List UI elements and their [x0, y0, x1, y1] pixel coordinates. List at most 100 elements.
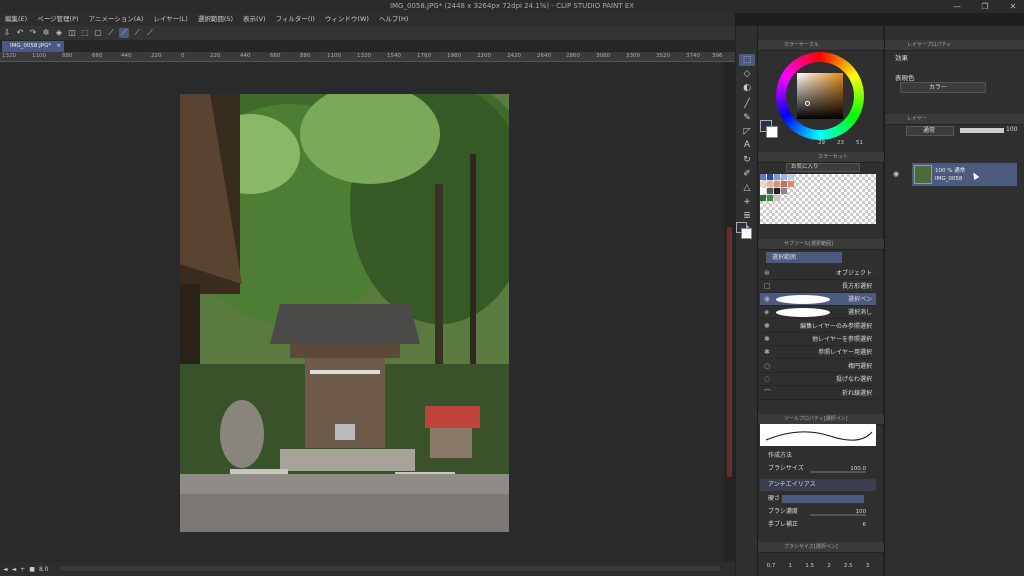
swatch[interactable] [781, 174, 787, 180]
hardness-selector[interactable] [782, 495, 864, 503]
scroll-thumb[interactable] [727, 227, 732, 477]
swatch[interactable] [774, 188, 780, 194]
nav-prev-icon[interactable]: ◄ [12, 566, 17, 573]
maximize-button[interactable]: ❐ [978, 0, 992, 13]
sub-color-swatch[interactable] [741, 228, 752, 239]
horizontal-scrollbar[interactable] [60, 566, 720, 571]
snap-special-icon[interactable]: ⟋ [132, 28, 142, 38]
property-row[interactable]: 手ブレ補正 6 [760, 519, 876, 531]
menu-page[interactable]: ページ管理(P) [32, 13, 83, 26]
brush-size-option[interactable]: 3 [866, 563, 870, 575]
brush-size-list[interactable]: 0.7 1 1.5 2 2.5 3 [760, 563, 876, 575]
brush-density-slider[interactable] [810, 514, 866, 516]
sub-tool-item[interactable]: ◈ 選択消し [760, 306, 876, 319]
swatch[interactable] [760, 181, 766, 187]
move-tool-icon[interactable]: + [739, 196, 755, 208]
text-tool-icon[interactable]: A [739, 139, 755, 151]
sub-tool-item[interactable]: ✱ 編集レイヤーのみ参照選択 [760, 320, 876, 333]
brush-size-option[interactable]: 1.5 [805, 563, 814, 575]
swatch[interactable] [767, 195, 773, 201]
swatch[interactable] [767, 181, 773, 187]
eraser-tool-icon[interactable]: ◇ [739, 68, 755, 80]
property-row[interactable]: 硬さ [760, 493, 876, 505]
brush-size-option[interactable]: 2 [827, 563, 831, 575]
swatch[interactable] [760, 195, 766, 201]
brush-size-option[interactable]: 1 [789, 563, 793, 575]
express-color-select[interactable]: カラー [900, 82, 986, 93]
snap-off-icon[interactable]: ⟋ [145, 28, 155, 38]
property-row[interactable]: アンチエイリアス [760, 479, 876, 491]
close-tab-icon[interactable]: × [56, 41, 61, 52]
brush-tool-icon[interactable]: ✎ [739, 112, 755, 124]
background-color-icon[interactable] [766, 126, 778, 138]
sub-tool-item[interactable]: ◌ 投げなわ選択 [760, 373, 876, 386]
menu-selection[interactable]: 選択範囲(S) [193, 13, 238, 26]
swatch[interactable] [774, 195, 780, 201]
swatch[interactable] [788, 174, 794, 180]
fill-icon[interactable]: ◈ [54, 28, 64, 38]
color-set-select[interactable]: お気に入り [786, 163, 860, 172]
sub-tool-item[interactable]: ✱ 他レイヤーを参照選択 [760, 333, 876, 346]
menu-edit[interactable]: 編集(E) [0, 13, 32, 26]
swatch[interactable] [781, 188, 787, 194]
rotate-tool-icon[interactable]: ↻ [739, 154, 755, 166]
menu-help[interactable]: ヘルプ(H) [374, 13, 413, 26]
menu-filter[interactable]: フィルター(I) [271, 13, 320, 26]
opacity-value[interactable]: 100 [1006, 126, 1017, 133]
gradient-tool-icon[interactable]: ≣ [739, 210, 755, 222]
eyedropper-tool-icon[interactable]: ✐ [739, 168, 755, 180]
property-row[interactable]: ブラシサイズ 100.0 [760, 463, 876, 475]
swatch[interactable] [774, 174, 780, 180]
undo-icon[interactable]: ↶ [15, 28, 25, 38]
close-button[interactable]: ✕ [1006, 0, 1020, 13]
property-row[interactable]: 作成方法 [760, 450, 876, 462]
sub-tool-item[interactable]: ⌒ 折れ線選択 [760, 387, 876, 400]
transform-icon[interactable]: ◫ [67, 28, 77, 38]
deselect-icon[interactable]: ▢ [93, 28, 103, 38]
blend-mode-select[interactable]: 通常 [906, 126, 954, 136]
swatch[interactable] [767, 188, 773, 194]
minimize-button[interactable]: — [950, 0, 964, 13]
menu-layer[interactable]: レイヤー(L) [148, 13, 193, 26]
line-tool-icon[interactable]: ╱ [739, 98, 755, 110]
fit-icon[interactable]: ■ [29, 566, 35, 573]
swatch[interactable] [760, 174, 766, 180]
swatch[interactable] [767, 174, 773, 180]
sub-tool-item[interactable]: ⊕ オブジェクト [760, 267, 876, 280]
sub-tool-item[interactable]: ○ 楕円選択 [760, 360, 876, 373]
figure-tool-icon[interactable]: △ [739, 182, 755, 194]
zoom-in-icon[interactable]: + [20, 566, 25, 573]
swatch[interactable] [774, 181, 780, 187]
clear-icon[interactable]: ✲ [41, 28, 51, 38]
snap-ruler-icon[interactable]: ⟋ [106, 28, 116, 38]
brush-size-option[interactable]: 0.7 [767, 563, 776, 575]
swatch[interactable] [760, 188, 766, 194]
menu-animation[interactable]: アニメーション(A) [84, 13, 149, 26]
color-set-swatches[interactable] [760, 174, 876, 224]
document-tab[interactable]: IMG_0058.JPG* × [2, 41, 64, 52]
snap-grid-icon[interactable]: ⟋ [119, 28, 129, 38]
brush-size-slider[interactable] [810, 471, 866, 473]
nav-first-icon[interactable]: ◄ [3, 566, 8, 573]
opacity-slider[interactable] [960, 128, 1004, 133]
redo-icon[interactable]: ↷ [28, 28, 38, 38]
vector-tool-icon[interactable]: ◸ [739, 126, 755, 138]
selection-tool-icon[interactable]: ⬚ [739, 54, 755, 66]
select-all-icon[interactable]: ⬚ [80, 28, 90, 38]
brush-size-option[interactable]: 2.5 [844, 563, 853, 575]
sub-tool-item[interactable]: ✱ 参照レイヤー用選択 [760, 346, 876, 359]
menu-view[interactable]: 表示(V) [238, 13, 271, 26]
vertical-scrollbar[interactable] [724, 62, 735, 562]
eye-icon[interactable]: ◉ [893, 170, 899, 178]
sub-tool-item[interactable]: □ 長方形選択 [760, 280, 876, 293]
zoom-value[interactable]: 8.0 [39, 566, 49, 573]
canvas-image[interactable] [180, 94, 509, 532]
save-icon[interactable]: ⇩ [2, 28, 12, 38]
fill-tool-icon[interactable]: ◐ [739, 82, 755, 94]
color-picker-cursor[interactable] [805, 101, 810, 106]
menu-window[interactable]: ウィンドウ(W) [320, 13, 374, 26]
saturation-value-box[interactable] [797, 73, 843, 119]
sub-tool-item[interactable]: ◉ 選択ペン [760, 293, 876, 306]
swatch[interactable] [788, 181, 794, 187]
swatch[interactable] [781, 181, 787, 187]
